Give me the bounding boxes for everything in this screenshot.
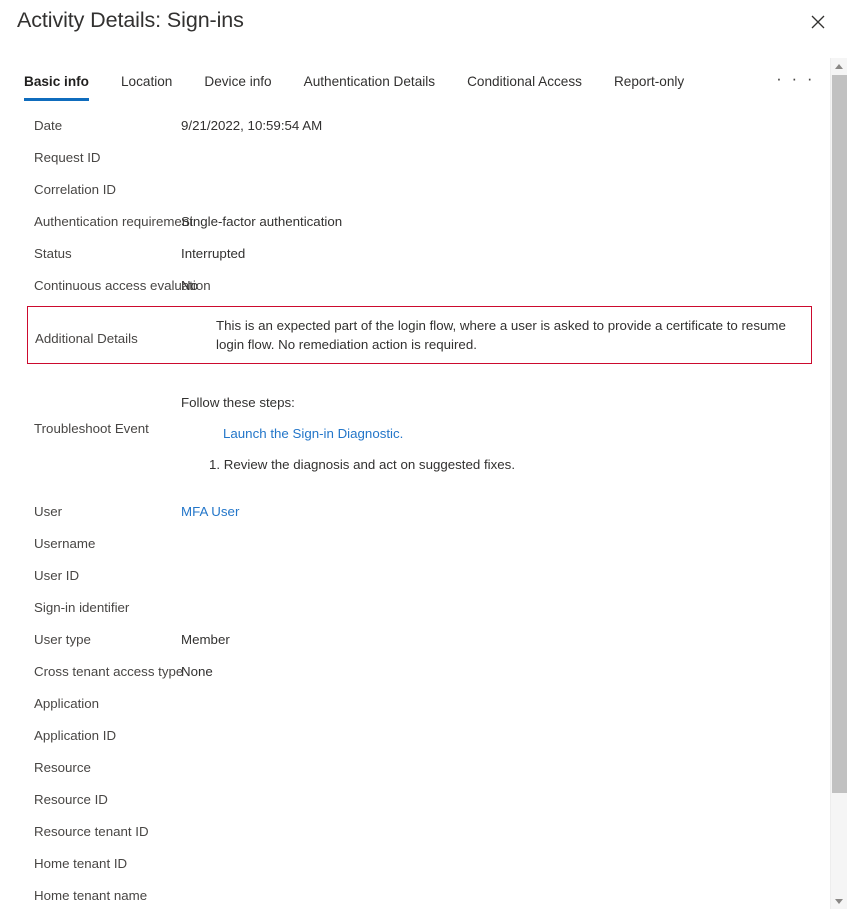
- tab-label: Location: [121, 74, 172, 89]
- tab-label: Report-only: [614, 74, 684, 89]
- tab-label: Authentication Details: [304, 74, 435, 89]
- tab-basic-info[interactable]: Basic info: [24, 72, 105, 101]
- detail-label: Status: [0, 238, 181, 270]
- tab-bar: Basic info Location Device info Authenti…: [0, 72, 847, 108]
- troubleshoot-step: 1. Review the diagnosis and act on sugge…: [181, 449, 830, 480]
- tab-conditional-access[interactable]: Conditional Access: [451, 72, 598, 101]
- scroll-up-arrow-icon[interactable]: [831, 58, 847, 74]
- detail-row-troubleshoot-event: Troubleshoot Event Follow these steps: L…: [0, 374, 830, 484]
- detail-row-authentication-requirement: Authentication requirement Single-factor…: [0, 206, 830, 238]
- close-icon[interactable]: [804, 8, 832, 36]
- detail-row-application-id: Application ID: [0, 720, 830, 752]
- detail-label: Resource: [0, 752, 181, 784]
- detail-label: Date: [0, 110, 181, 142]
- troubleshoot-body: Follow these steps: Launch the Sign-in D…: [181, 379, 830, 480]
- detail-row-home-tenant-name: Home tenant name: [0, 880, 830, 909]
- detail-label: Application ID: [0, 720, 181, 752]
- detail-label: Sign-in identifier: [0, 592, 181, 624]
- detail-row-user: User MFA User: [0, 496, 830, 528]
- detail-row-signin-identifier: Sign-in identifier: [0, 592, 830, 624]
- detail-row-resource: Resource: [0, 752, 830, 784]
- detail-label: Username: [0, 528, 181, 560]
- detail-row-request-id: Request ID: [0, 142, 830, 174]
- launch-signin-diagnostic-link[interactable]: Launch the Sign-in Diagnostic.: [181, 418, 830, 449]
- detail-label: Authentication requirement: [0, 206, 181, 238]
- detail-row-additional-details: Additional Details This is an expected p…: [27, 306, 812, 364]
- scrollbar-thumb[interactable]: [832, 75, 847, 793]
- tab-device-info[interactable]: Device info: [188, 72, 287, 101]
- detail-row-cross-tenant-access-type: Cross tenant access type None: [0, 656, 830, 688]
- detail-row-status: Status Interrupted: [0, 238, 830, 270]
- detail-label: Home tenant ID: [0, 848, 181, 880]
- detail-label: Troubleshoot Event: [0, 374, 181, 484]
- detail-row-resource-tenant-id: Resource tenant ID: [0, 816, 830, 848]
- detail-value: None: [181, 656, 830, 688]
- detail-label: Additional Details: [28, 316, 216, 348]
- user-link[interactable]: MFA User: [181, 496, 830, 528]
- detail-label: User: [0, 496, 181, 528]
- detail-label: Cross tenant access type: [0, 656, 181, 688]
- detail-label: Resource ID: [0, 784, 181, 816]
- detail-value: Interrupted: [181, 238, 830, 270]
- detail-row-date: Date 9/21/2022, 10:59:54 AM: [0, 110, 830, 142]
- detail-label: Request ID: [0, 142, 181, 174]
- detail-label: User type: [0, 624, 181, 656]
- tab-list: Basic info Location Device info Authenti…: [24, 72, 700, 101]
- tab-report-only[interactable]: Report-only: [598, 72, 700, 101]
- detail-row-user-id: User ID: [0, 560, 830, 592]
- detail-row-username: Username: [0, 528, 830, 560]
- troubleshoot-intro: Follow these steps:: [181, 387, 830, 418]
- detail-label: Continuous access evaluation: [0, 270, 181, 302]
- tab-overflow-menu-icon[interactable]: · · ·: [776, 68, 815, 90]
- detail-value: Member: [181, 624, 830, 656]
- detail-value: 9/21/2022, 10:59:54 AM: [181, 110, 830, 142]
- activity-details-panel: Activity Details: Sign-ins Basic info Lo…: [0, 0, 847, 909]
- detail-label: User ID: [0, 560, 181, 592]
- detail-label: Correlation ID: [0, 174, 181, 206]
- detail-value: Single-factor authentication: [181, 206, 830, 238]
- detail-row-continuous-access-evaluation: Continuous access evaluation No: [0, 270, 830, 302]
- detail-row-application: Application: [0, 688, 830, 720]
- detail-label: Resource tenant ID: [0, 816, 181, 848]
- detail-label: Application: [0, 688, 181, 720]
- vertical-scrollbar[interactable]: [830, 58, 847, 909]
- detail-label: Home tenant name: [0, 880, 181, 909]
- detail-row-correlation-id: Correlation ID: [0, 174, 830, 206]
- tab-location[interactable]: Location: [105, 72, 188, 101]
- tab-label: Device info: [204, 74, 271, 89]
- tab-label: Basic info: [24, 74, 89, 89]
- tab-authentication-details[interactable]: Authentication Details: [288, 72, 451, 101]
- section-spacer: [0, 484, 830, 496]
- detail-row-home-tenant-id: Home tenant ID: [0, 848, 830, 880]
- tab-label: Conditional Access: [467, 74, 582, 89]
- detail-row-resource-id: Resource ID: [0, 784, 830, 816]
- page-title: Activity Details: Sign-ins: [17, 8, 244, 33]
- detail-value: No: [181, 270, 830, 302]
- panel-header: Activity Details: Sign-ins: [0, 0, 847, 58]
- details-list: Date 9/21/2022, 10:59:54 AM Request ID C…: [0, 110, 830, 909]
- detail-row-user-type: User type Member: [0, 624, 830, 656]
- detail-value: This is an expected part of the login fl…: [216, 316, 811, 354]
- scroll-down-arrow-icon[interactable]: [831, 893, 847, 909]
